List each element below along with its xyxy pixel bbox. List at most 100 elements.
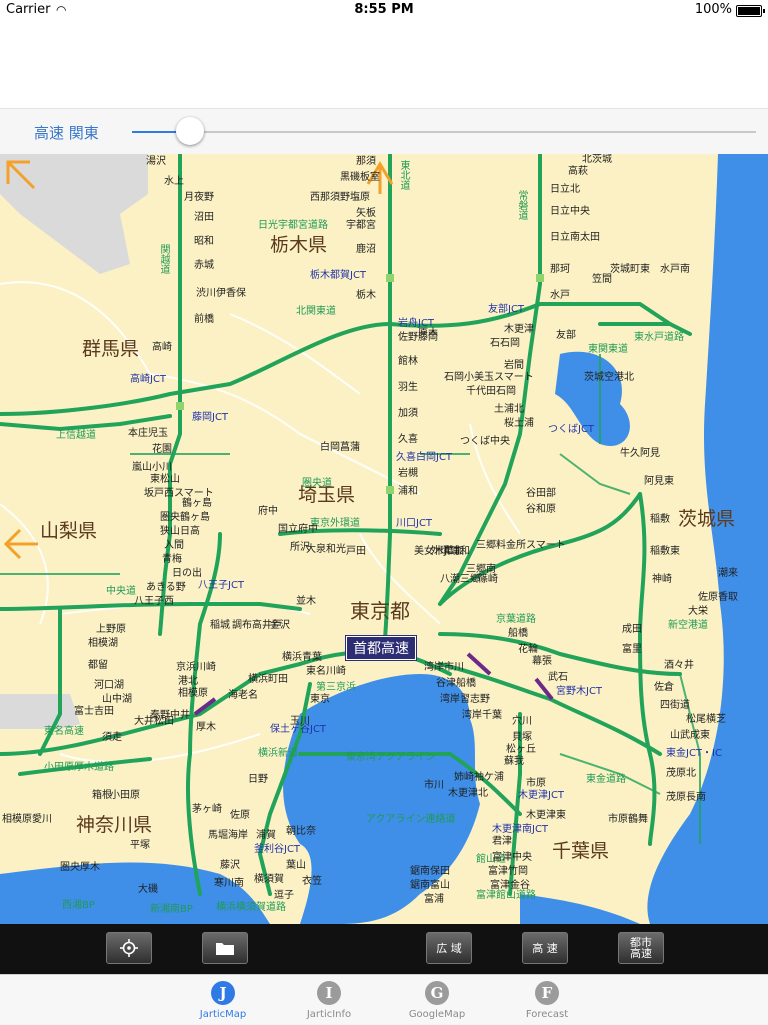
- place-label: 原木: [418, 328, 438, 339]
- place-label: 鋸南保田: [410, 866, 450, 877]
- place-label: 君津: [492, 836, 512, 847]
- place-label: 京浜川崎: [176, 662, 216, 673]
- place-label: 富浦: [424, 894, 444, 905]
- road-label: 新空港道: [668, 620, 708, 631]
- pref-tokyo: 東京都: [350, 599, 410, 623]
- place-label: 馬堀海岸: [208, 830, 248, 841]
- place-label: 浦和: [398, 486, 418, 497]
- place-label: 赤城: [194, 260, 214, 271]
- road-label: 横浜新道: [258, 748, 298, 759]
- map-graphic: [0, 154, 768, 924]
- jct-label: 東金JCT・IC: [666, 748, 722, 759]
- jct-label: 藤岡JCT: [192, 412, 229, 423]
- place-label: 箱根: [92, 790, 112, 801]
- place-label: 平塚: [130, 840, 150, 851]
- place-label: 葉山: [286, 860, 306, 871]
- tab-label: GoogleMap: [408, 1009, 466, 1020]
- jct-label: 友部JCT: [488, 304, 525, 315]
- place-label: 水戸南: [660, 264, 690, 275]
- place-label: 土浦北: [494, 404, 524, 415]
- place-label: 茅ヶ崎: [192, 804, 222, 815]
- place-label: 秦野中井: [150, 710, 190, 721]
- jct-label: 宮野木JCT: [556, 686, 603, 697]
- place-label: 栃木: [356, 290, 376, 301]
- place-label: 圏央厚木: [60, 862, 100, 873]
- road-label: 東関東道: [588, 344, 628, 355]
- shuto-expressway-button[interactable]: 首都高速: [345, 635, 417, 661]
- place-label: 日立北: [550, 184, 580, 195]
- tab-jarticinfo[interactable]: I JarticInfo: [274, 979, 384, 1020]
- place-label: 湾岸千葉: [462, 710, 502, 721]
- location-button[interactable]: [106, 932, 152, 964]
- pref-kanagawa: 神奈川県: [76, 814, 153, 836]
- road-label: 西湘BP: [62, 900, 95, 911]
- road-label: 富津館山道路: [476, 890, 536, 901]
- place-label: 水戸: [550, 290, 570, 301]
- place-label: 河口湖: [94, 680, 124, 691]
- place-label: 市原: [526, 778, 546, 789]
- place-label: 鋸南富山: [410, 880, 450, 891]
- pref-yamanashi: 山梨県: [40, 520, 98, 542]
- place-label: 阿見東: [644, 476, 674, 487]
- place-label: 東松山: [150, 474, 180, 485]
- road-label: 東名高速: [44, 726, 84, 737]
- pref-gunma: 群馬県: [82, 338, 140, 360]
- place-label: 東名川崎: [306, 666, 346, 677]
- tab-jarticmap[interactable]: J JarticMap: [168, 979, 278, 1020]
- road-label: 新湘南BP: [150, 904, 193, 915]
- pref-chiba: 千葉県: [552, 840, 610, 862]
- highway-map[interactable]: 栃木県 群馬県 埼玉県 茨城県 山梨県 東京都 神奈川県 千葉県 首都高速 日光…: [0, 154, 768, 924]
- slider-track[interactable]: [132, 131, 756, 133]
- place-label: 潮来: [718, 568, 738, 579]
- place-label: 富津金谷: [490, 880, 530, 891]
- place-label: 月夜野: [184, 192, 214, 203]
- tab-googlemap[interactable]: G GoogleMap: [382, 979, 492, 1020]
- place-label: 黒磯板室: [340, 172, 380, 183]
- place-label: 本庄児玉: [128, 428, 168, 439]
- place-label: 嵐山小川: [132, 462, 172, 473]
- place-label: 鶴ヶ島: [182, 498, 212, 509]
- slider-thumb[interactable]: [176, 117, 204, 145]
- place-label: 湾岸習志野: [440, 694, 490, 705]
- road-label: 東金道路: [586, 774, 626, 785]
- crosshair-icon: [120, 939, 138, 957]
- urban-expressway-button[interactable]: 都市 高速: [618, 932, 664, 964]
- place-label: 貝塚: [512, 732, 532, 743]
- tab-forecast[interactable]: F Forecast: [492, 979, 602, 1020]
- tab-bar: J JarticMap I JarticInfo G GoogleMap F F…: [0, 974, 768, 1025]
- place-label: 高萩: [568, 166, 588, 177]
- place-label: 矢板: [356, 208, 376, 219]
- place-label: 都留: [88, 660, 108, 671]
- road-label: 京葉道路: [496, 614, 536, 625]
- place-label: 谷和原: [526, 504, 556, 515]
- place-label: 穴川: [512, 716, 532, 727]
- place-label: 牛久阿見: [620, 448, 660, 459]
- place-label: 沼田: [194, 212, 214, 223]
- place-label: 藤沢: [220, 860, 240, 871]
- place-label: 日野: [248, 774, 268, 785]
- jct-label: 久喜白岡JCT: [396, 452, 453, 463]
- place-label: 湯沢: [146, 156, 166, 167]
- jarticmap-icon: J: [211, 981, 235, 1005]
- place-label: 宇都宮: [346, 220, 376, 231]
- slider-region-label: 高速 関東: [34, 124, 99, 142]
- road-label: 東水戸道路: [634, 332, 684, 343]
- place-label: 大磯: [138, 884, 158, 895]
- wide-area-button[interactable]: 広 域: [426, 932, 472, 964]
- place-label: 朝比奈: [286, 826, 316, 837]
- jct-label: 釜利谷JCT: [254, 844, 301, 855]
- place-label: 大栄: [688, 606, 708, 617]
- jct-label: 高崎JCT: [130, 374, 167, 385]
- place-label: 相模原: [178, 688, 208, 699]
- place-label: 稲城: [210, 620, 230, 631]
- place-label: 木更津東: [526, 810, 566, 821]
- tab-label: JarticMap: [199, 1009, 247, 1020]
- folder-icon: [216, 943, 234, 955]
- place-label: 日立中央: [550, 206, 590, 217]
- place-label: 横浜青葉: [282, 652, 322, 663]
- place-label: 三郷: [460, 574, 480, 585]
- folder-button[interactable]: [202, 932, 248, 964]
- place-label: 西那須野塩原: [310, 192, 370, 203]
- place-label: 小田原: [110, 790, 140, 801]
- highway-button[interactable]: 高 速: [522, 932, 568, 964]
